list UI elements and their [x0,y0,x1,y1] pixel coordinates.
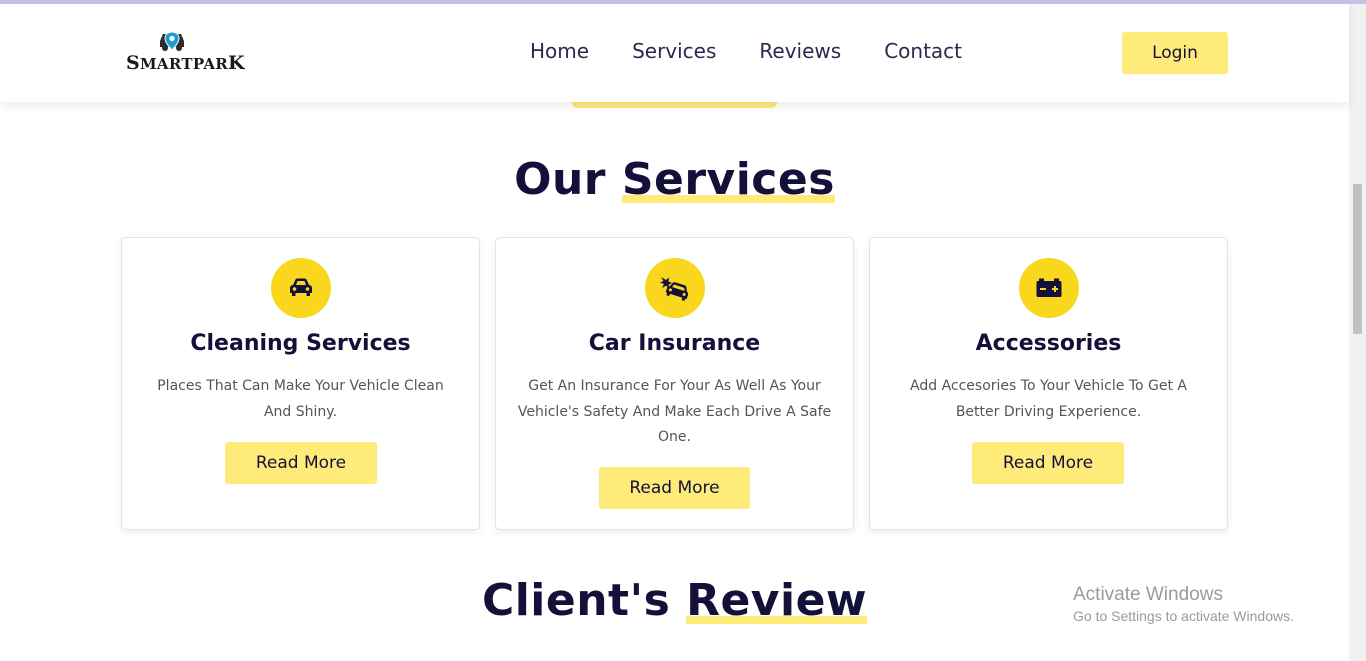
car-crash-icon [660,277,689,301]
activate-windows-watermark: Activate Windows Go to Settings to activ… [1073,584,1294,624]
watermark-subtitle: Go to Settings to activate Windows. [1073,608,1294,624]
nav-contact-link[interactable]: Contact [884,39,962,63]
services-section-title: Our Services [514,154,836,205]
read-more-button[interactable]: Read More [972,442,1124,484]
nav-home-link[interactable]: Home [530,39,589,63]
card-description: Places That Can Make Your Vehicle Clean … [157,378,444,420]
watermark-title: Activate Windows [1073,584,1223,605]
page-scrollbar[interactable] [1349,4,1366,661]
icon-circle [271,258,331,318]
card-title: Car Insurance [588,331,761,356]
car-location-pin-icon [160,31,184,51]
site-header: SMARTPARK Home Services Reviews Contact … [0,4,1349,102]
service-card-insurance: Car Insurance Get An Insurance For Your … [495,237,854,530]
service-card-accessories: Accessories Add Accesories To Your Vehic… [869,237,1228,530]
card-description: Add Accesories To Your Vehicle To Get A … [910,378,1187,420]
main-nav: Home Services Reviews Contact [530,39,1005,63]
read-more-button[interactable]: Read More [599,467,750,509]
read-more-button[interactable]: Read More [225,442,377,484]
car-icon [290,278,312,296]
card-title: Accessories [975,331,1122,356]
logo-text: SMARTPARK [126,52,245,74]
login-button[interactable]: Login [1122,32,1228,74]
smartpark-logo[interactable]: SMARTPARK [126,30,245,80]
nav-services-link[interactable]: Services [632,39,716,63]
scrollbar-thumb[interactable] [1353,184,1362,334]
nav-reviews-link[interactable]: Reviews [759,39,841,63]
icon-circle [1019,258,1079,318]
icon-circle [645,258,705,318]
service-card-cleaning: Cleaning Services Places That Can Make Y… [121,237,480,530]
card-description: Get An Insurance For Your As Well As You… [517,378,832,445]
card-title: Cleaning Services [190,331,411,356]
car-battery-icon [1036,278,1062,297]
